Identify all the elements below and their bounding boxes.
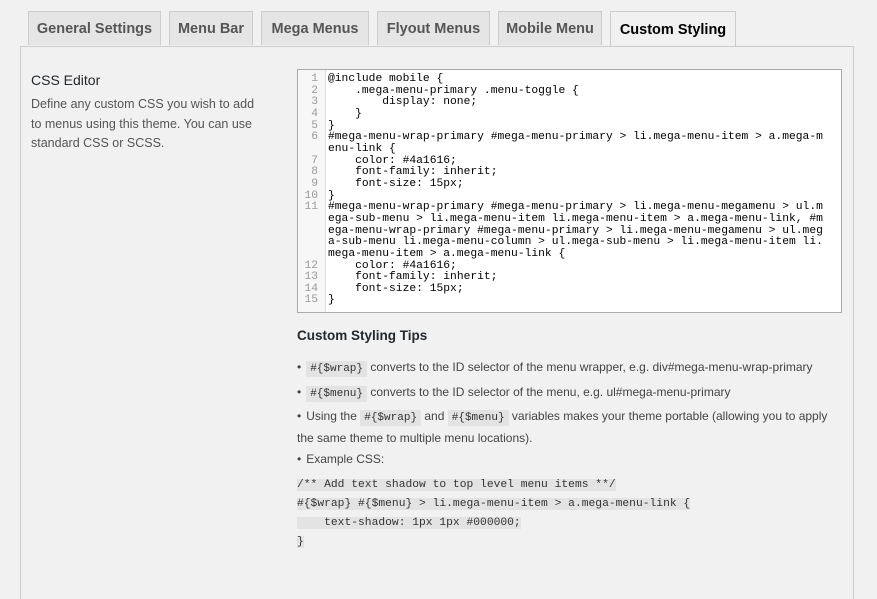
line-text[interactable]: font-size: 15px; (322, 283, 828, 296)
example-line: /** Add text shadow to top level menu it… (297, 479, 616, 491)
code-line[interactable]: 15} (298, 295, 841, 307)
bullet: • (297, 385, 302, 399)
tip-using-prefix: Using the (306, 409, 361, 423)
tip-wrap-text: converts to the ID selector of the menu … (367, 360, 813, 374)
code-line[interactable]: 6 #mega-menu-wrap-primary #mega-menu-prim… (298, 131, 841, 155)
example-label: Example CSS: (306, 452, 385, 466)
tab-general-settings[interactable]: General Settings (28, 11, 161, 45)
code-line[interactable]: 9 font-size: 15px; (298, 177, 841, 191)
line-number: 2 (311, 84, 318, 97)
wrap-variable-code: #{$wrap} (360, 410, 422, 426)
tab-mega-menus[interactable]: Mega Menus (261, 11, 369, 45)
line-text[interactable]: } (322, 295, 828, 307)
code-line[interactable]: 3 display: none; (298, 97, 841, 109)
css-code-editor[interactable]: 1 @include mobile {2 .mega-menu-primary .… (297, 69, 842, 313)
menu-variable-code: #{$menu} (306, 386, 368, 402)
menu-variable-code: #{$menu} (447, 410, 509, 426)
bullet: • (297, 360, 302, 374)
example-css-code: /** Add text shadow to top level menu it… (297, 476, 691, 552)
tip-menu: • #{$menu} converts to the ID selector of… (297, 383, 731, 405)
line-number: 8 (311, 166, 318, 179)
line-number: 9 (311, 177, 318, 190)
line-text[interactable]: @include mobile { (322, 73, 828, 86)
line-number: 11 (304, 201, 318, 214)
line-number: 4 (311, 107, 318, 120)
line-number: 7 (311, 154, 318, 167)
css-editor-title: CSS Editor (31, 72, 101, 88)
bullet: • (297, 452, 302, 466)
line-number: 5 (311, 119, 318, 132)
tip-menu-text: converts to the ID selector of the menu,… (367, 385, 731, 399)
line-text[interactable]: font-size: 15px; (322, 178, 828, 191)
code-line[interactable]: 14 font-size: 15px; (298, 283, 841, 296)
tip-example: • Example CSS: (297, 450, 384, 470)
line-text[interactable]: } (322, 108, 828, 121)
line-text[interactable]: #mega-menu-wrap-primary #mega-menu-prima… (322, 131, 828, 155)
example-line: text-shadow: 1px 1px #000000; (297, 517, 521, 529)
code-line[interactable]: 1 @include mobile { (298, 73, 841, 86)
example-line: #{$wrap} #{$menu} > li.mega-menu-item > … (297, 498, 691, 510)
line-text[interactable]: #mega-menu-wrap-primary #mega-menu-prima… (322, 201, 828, 260)
tab-menu-bar[interactable]: Menu Bar (169, 11, 253, 45)
line-number: 3 (311, 96, 318, 109)
line-number: 1 (311, 73, 318, 85)
line-number: 6 (311, 131, 318, 144)
tip-wrap: • #{$wrap} converts to the ID selector of… (297, 358, 813, 380)
tab-mobile-menu[interactable]: Mobile Menu (498, 11, 602, 45)
bullet: • (297, 409, 302, 423)
line-text[interactable]: display: none; (322, 97, 828, 109)
tab-custom-styling[interactable]: Custom Styling (610, 11, 736, 47)
code-lines[interactable]: 1 @include mobile {2 .mega-menu-primary .… (298, 73, 841, 307)
tip-portable: • Using the #{$wrap} and #{$menu} variabl… (297, 407, 845, 448)
tip-using-and: and (421, 409, 448, 423)
code-line[interactable]: 11 #mega-menu-wrap-primary #mega-menu-pri… (298, 201, 841, 260)
tips-title: Custom Styling Tips (297, 328, 428, 343)
code-line[interactable]: 4 } (298, 107, 841, 121)
tab-flyout-menus[interactable]: Flyout Menus (377, 11, 490, 45)
example-line: } (297, 536, 304, 548)
line-number: 15 (304, 294, 318, 307)
css-editor-description: Define any custom CSS you wish to add to… (31, 97, 255, 150)
wrap-variable-code: #{$wrap} (306, 361, 368, 377)
